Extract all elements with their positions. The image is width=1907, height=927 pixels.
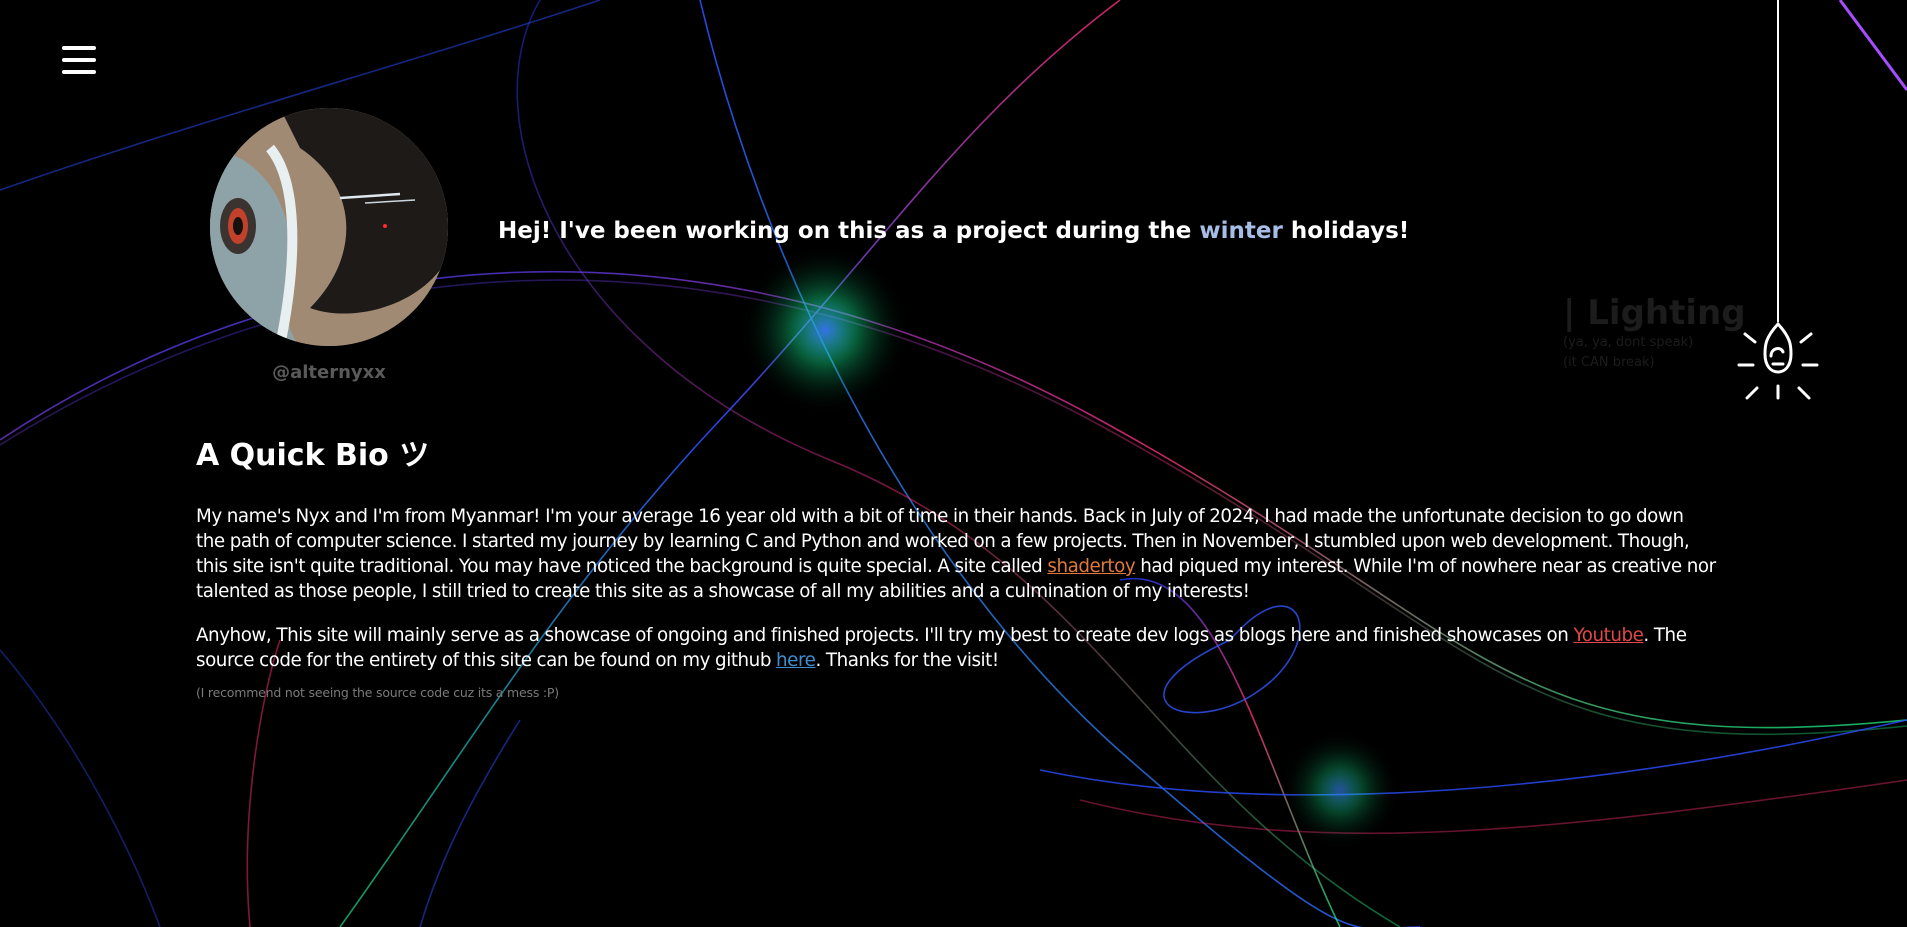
greeting-text-end: holidays! xyxy=(1282,218,1410,244)
greeting-text-start: Hej! I've been working on this as a proj… xyxy=(498,218,1200,244)
source-code-note: (I recommend not seeing the source code … xyxy=(196,685,559,700)
bio-heading: A Quick Bio ツ xyxy=(196,438,430,473)
youtube-link[interactable]: Youtube xyxy=(1573,625,1643,646)
lighting-title: | Lighting xyxy=(1563,293,1746,333)
winter-highlight: winter xyxy=(1199,218,1283,244)
bio-p2-text-end: . Thanks for the visit! xyxy=(815,650,999,671)
hamburger-menu-icon[interactable] xyxy=(62,46,96,74)
page: @alternyxx Hej! I've been working on thi… xyxy=(0,0,1907,927)
bio-p2-text-start: Anyhow, This site will mainly serve as a… xyxy=(196,625,1574,646)
lighting-label: | Lighting (ya, ya, dont speak) (it CAN … xyxy=(1563,293,1746,373)
greeting-text: Hej! I've been working on this as a proj… xyxy=(498,218,1409,244)
light-bulb-icon[interactable] xyxy=(1735,320,1821,410)
github-here-link[interactable]: here xyxy=(776,650,816,671)
username-handle: @alternyxx xyxy=(272,362,386,383)
shadertoy-link[interactable]: shadertoy xyxy=(1047,556,1135,577)
lighting-subtitle-2: (it CAN break) xyxy=(1563,355,1655,370)
bulb-cord xyxy=(1777,0,1779,322)
avatar xyxy=(210,108,448,346)
bio-paragraph-2: Anyhow, This site will mainly serve as a… xyxy=(196,623,1716,673)
bio-paragraph-1: My name's Nyx and I'm from Myanmar! I'm … xyxy=(196,504,1716,604)
lighting-subtitle-1: (ya, ya, dont speak) xyxy=(1563,335,1694,350)
